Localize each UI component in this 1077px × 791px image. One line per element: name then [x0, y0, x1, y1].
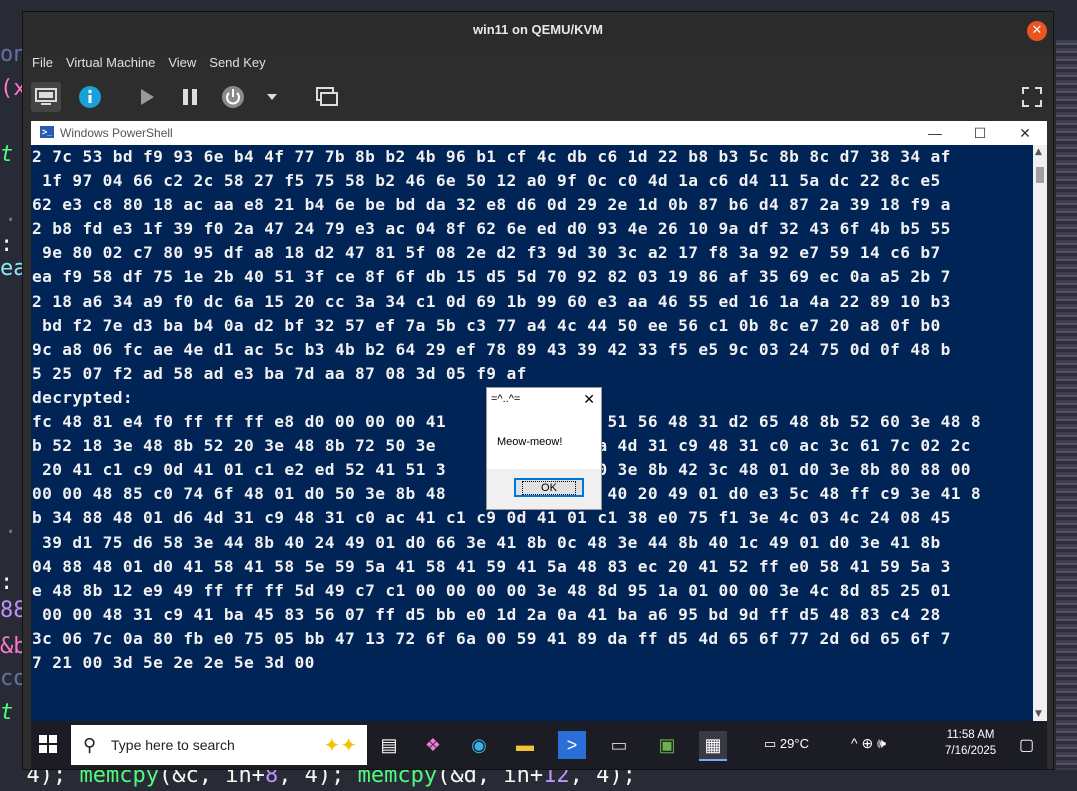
close-icon[interactable]: ✕ — [1027, 21, 1047, 41]
vm-toolbar — [23, 74, 1053, 120]
scroll-thumb[interactable] — [1036, 167, 1044, 183]
windows-start-icon[interactable] — [39, 735, 57, 753]
console-line: 62 e3 c8 80 18 ac aa e8 21 b4 6e be bd d… — [32, 195, 951, 215]
menu-file[interactable]: File — [32, 55, 53, 70]
weather-widget[interactable]: ▭ 29°C — [764, 736, 809, 752]
system-tray[interactable]: ^ ⊕ 🕪 — [851, 735, 886, 752]
windows-taskbar: ⚲ Type here to search ✦✦ ▤ ❖ ◉ ▬ > ▭ ▣ ▦… — [31, 721, 1047, 769]
maximize-icon[interactable]: ☐ — [965, 123, 995, 143]
bg-fragment: t — [0, 700, 14, 725]
speaker-icon[interactable]: 🕪 — [877, 735, 886, 751]
dialog-title: =^..^= — [491, 393, 521, 405]
console-line: 1f 97 04 66 c2 2c 58 27 f5 75 58 b2 46 6… — [32, 171, 941, 191]
console-line: 3c 06 7c 0a 80 fb e0 75 05 bb 47 13 72 6… — [32, 628, 951, 648]
pause-icon[interactable] — [175, 82, 205, 112]
console-line: 39 d1 75 d6 58 3e 44 8b 40 24 49 01 d0 6… — [32, 532, 941, 552]
vm-window-title: win11 on QEMU/KVM — [472, 22, 603, 37]
powershell-titlebar[interactable]: >_ Windows PowerShell — ☐ ✕ — [31, 121, 1047, 145]
guest-display[interactable]: >_ Windows PowerShell — ☐ ✕ 2 7c 53 bd f… — [31, 121, 1047, 769]
console-line: 2 7c 53 bd f9 93 6e b4 4f 77 7b 8b b2 4b… — [32, 147, 951, 166]
ok-button[interactable]: OK — [514, 478, 584, 497]
console-line: ea f9 58 df 75 1e 2b 40 51 3f ce 8f 6f d… — [32, 267, 951, 287]
console-line: e 48 8b 12 e9 49 ff ff ff 5d 49 c7 c1 00… — [32, 580, 951, 600]
bg-fragment: · — [4, 520, 18, 545]
vm-menubar: File Virtual Machine View Send Key — [23, 50, 1053, 74]
powershell-icon: >_ — [40, 126, 54, 138]
scroll-down-icon[interactable]: ▼ — [1035, 709, 1042, 719]
message-box-dialog: =^..^= ✕ Meow-meow! OK — [486, 387, 602, 510]
scroll-up-icon[interactable]: ▲ — [1035, 147, 1042, 157]
bg-fragment: t — [0, 142, 14, 167]
task-manager-icon[interactable]: ▣ — [653, 731, 681, 759]
clock-time: 11:58 AM — [946, 729, 995, 741]
terminal-icon[interactable]: ▭ — [605, 731, 633, 759]
menu-virtual-machine[interactable]: Virtual Machine — [66, 55, 155, 70]
powershell-title: Windows PowerShell — [60, 126, 173, 140]
powershell-window: >_ Windows PowerShell — ☐ ✕ 2 7c 53 bd f… — [31, 121, 1047, 721]
clock-date: 7/16/2025 — [945, 745, 997, 757]
menu-view[interactable]: View — [168, 55, 196, 70]
vm-window: win11 on QEMU/KVM ✕ File Virtual Machine… — [22, 11, 1054, 770]
minimize-icon[interactable]: — — [920, 123, 950, 143]
play-icon[interactable] — [132, 82, 162, 112]
console-line: 04 88 48 01 d0 41 58 41 58 5e 59 5a 41 5… — [32, 556, 951, 576]
console-line: 9e 80 02 c7 80 95 df a8 18 d2 47 81 5f 0… — [32, 243, 941, 263]
fullscreen-icon[interactable] — [1017, 82, 1047, 112]
bg-fragment: · — [4, 208, 18, 233]
network-icon[interactable]: ⊕ — [861, 735, 873, 751]
console-scrollbar[interactable]: ▲ ▼ — [1033, 145, 1047, 721]
weather-temp: 29°C — [779, 736, 809, 751]
ok-label: OK — [522, 481, 576, 495]
console-line: bd f2 7e d3 ba b4 0a d2 bf 32 57 ef 7a 5… — [32, 315, 941, 335]
task-view-icon[interactable]: ▤ — [375, 731, 403, 759]
sparkle-icon: ✦✦ — [323, 735, 357, 757]
info-icon[interactable] — [75, 82, 105, 112]
taskbar-search-box[interactable]: ⚲ Type here to search ✦✦ — [71, 725, 367, 765]
monitor-icon[interactable] — [31, 82, 61, 112]
taskbar-clock[interactable]: 11:58 AM 7/16/2025 — [945, 727, 996, 759]
chevron-up-icon[interactable]: ^ — [851, 735, 858, 751]
powershell-taskbar-icon[interactable]: > — [558, 731, 586, 759]
console-line: 00 00 48 31 c9 41 ba 45 83 56 07 ff d5 b… — [32, 604, 941, 624]
console-line: b 34 88 48 01 d6 4d 31 c9 48 31 c0 ac 41… — [32, 508, 951, 528]
close-icon[interactable]: ✕ — [1010, 123, 1040, 143]
weather-icon: ▭ — [764, 736, 780, 751]
vm-titlebar[interactable]: win11 on QEMU/KVM ✕ — [23, 12, 1053, 50]
notification-icon[interactable]: ▢ — [1019, 735, 1034, 755]
power-icon[interactable] — [218, 82, 248, 112]
bg-fragment: : — [0, 570, 14, 595]
bg-fragment: : — [0, 232, 14, 257]
dialog-message: Meow-meow! — [497, 436, 563, 448]
dropdown-arrow-icon[interactable] — [257, 82, 287, 112]
close-icon[interactable]: ✕ — [583, 391, 595, 408]
console-line: 9c a8 06 fc ae 4e d1 ac 5c b3 4b b2 64 2… — [32, 339, 951, 359]
search-icon: ⚲ — [83, 735, 97, 755]
search-placeholder: Type here to search — [111, 737, 235, 753]
file-explorer-icon[interactable]: ▬ — [511, 731, 539, 759]
screenshot-icon[interactable] — [312, 82, 342, 112]
copilot-icon[interactable]: ❖ — [419, 731, 447, 759]
console-line: 5 25 07 f2 ad 58 ad e3 ba 7d aa 87 08 3d… — [32, 363, 527, 383]
console-line: 2 b8 fd e3 1f 39 f0 2a 47 24 79 e3 ac 04… — [32, 219, 951, 239]
minimap — [1056, 40, 1077, 770]
menu-send-key[interactable]: Send Key — [209, 55, 265, 70]
dialog-footer: OK — [487, 469, 601, 509]
active-window-icon[interactable]: ▦ — [699, 731, 727, 761]
console-line: 7 21 00 3d 5e 2e 2e 5e 3d 00 — [32, 652, 315, 672]
edge-icon[interactable]: ◉ — [465, 731, 493, 759]
console-line: 2 18 a6 34 a9 f0 dc 6a 15 20 cc 3a 34 c1… — [32, 291, 951, 311]
